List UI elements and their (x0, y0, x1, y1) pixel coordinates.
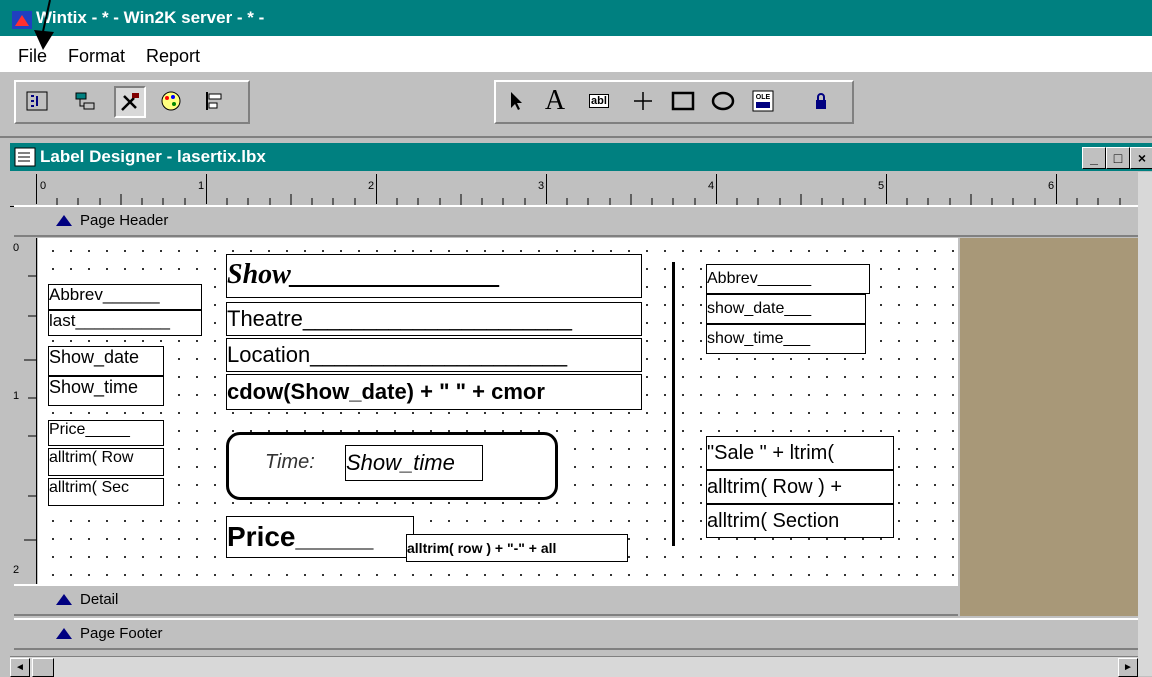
tree-icon[interactable] (70, 86, 100, 116)
app-icon (12, 11, 32, 29)
field-sale[interactable]: "Sale " + ltrim( (706, 436, 894, 470)
collapse-triangle-icon (56, 628, 72, 639)
menu-format[interactable]: Format (68, 46, 125, 67)
horizontal-scrollbar[interactable]: ◄ ► (10, 656, 1138, 677)
field-glyph: abl (589, 94, 609, 108)
vertical-divider-line[interactable] (672, 262, 675, 546)
band-detail[interactable]: Detail (14, 584, 958, 616)
field-last[interactable]: last__________ (48, 310, 202, 336)
designer-title: Label Designer - lasertix.lbx (40, 147, 266, 166)
field-alltrim-row-mid[interactable]: alltrim( row ) + "-" + all (406, 534, 628, 562)
vertical-ruler: 0 1 2 (10, 238, 37, 584)
unused-area (960, 238, 1152, 616)
vertical-scrollbar[interactable] (1138, 172, 1152, 676)
band-label-page-footer: Page Footer (80, 625, 163, 642)
close-button[interactable]: × (1130, 147, 1152, 169)
field-price-small[interactable]: Price_____ (48, 420, 164, 446)
field-alltrim-sec-left[interactable]: alltrim( Sec (48, 478, 164, 506)
field-theatre[interactable]: Theatre______________________ (226, 302, 642, 336)
field-alltrim-row-right[interactable]: alltrim( Row ) + (706, 470, 894, 504)
minimize-button[interactable]: _ (1082, 147, 1106, 169)
ole-icon[interactable]: OLE (748, 86, 778, 116)
app-title-bar[interactable]: Wintix - * - Win2K server - * - (0, 0, 1152, 36)
field-abbrev-right[interactable]: Abbrev______ (706, 264, 870, 294)
horizontal-ruler: 0 1 2 3 4 5 6 (10, 172, 1142, 207)
field-show-date-right[interactable]: show_date___ (706, 294, 866, 324)
field-show-date-left[interactable]: Show_date (48, 346, 164, 376)
band-page-header[interactable]: Page Header (14, 205, 1138, 237)
scroll-thumb[interactable] (32, 658, 54, 677)
rectangle-icon[interactable] (668, 86, 698, 116)
field-alltrim-section-right[interactable]: alltrim( Section (706, 504, 894, 538)
collapse-triangle-icon (56, 594, 72, 605)
ruler-minor-ticks (56, 194, 1121, 206)
maximize-button[interactable]: □ (1106, 147, 1130, 169)
ellipse-icon[interactable] (708, 86, 738, 116)
annotation-arrow (34, 0, 54, 50)
align-icon[interactable] (200, 86, 230, 116)
vruler-ticks (24, 275, 36, 541)
time-label: Time: (265, 451, 315, 473)
band-label-detail: Detail (80, 591, 119, 608)
text-label-icon[interactable]: A (540, 85, 570, 116)
palette-icon[interactable] (156, 86, 186, 116)
time-rounded-box[interactable]: Time: Show_time (226, 432, 558, 500)
layout-icon[interactable] (22, 86, 52, 116)
band-page-footer[interactable]: Page Footer (14, 618, 1138, 650)
designer-title-bar[interactable]: Label Designer - lasertix.lbx _ □ × (10, 143, 1152, 171)
app-title: Wintix - * - Win2K server - * - (36, 8, 265, 27)
scroll-right-arrow-icon[interactable]: ► (1118, 658, 1138, 677)
toolbar: A abl OLE (0, 74, 1152, 138)
field-show-time-right[interactable]: show_time___ (706, 324, 866, 354)
field-show-time-mid[interactable]: Show_time (345, 445, 483, 481)
lock-icon[interactable] (806, 86, 836, 116)
field-abbrev-left[interactable]: Abbrev______ (48, 284, 202, 310)
field-show[interactable]: Show_______________ (226, 254, 642, 298)
field-alltrim-row-left[interactable]: alltrim( Row (48, 448, 164, 476)
field-price-big[interactable]: Price_____ (226, 516, 414, 558)
designer-window-icon (14, 147, 36, 167)
line-icon[interactable] (628, 86, 658, 116)
field-icon[interactable]: abl (584, 86, 614, 116)
ole-glyph: OLE (756, 94, 771, 101)
menu-report[interactable]: Report (146, 46, 200, 67)
toolbar-group-controls: A abl OLE (494, 80, 854, 124)
scroll-left-arrow-icon[interactable]: ◄ (10, 658, 30, 677)
band-label-page-header: Page Header (80, 212, 169, 229)
field-show-time-left[interactable]: Show_time (48, 376, 164, 406)
field-cdow[interactable]: cdow(Show_date) + " " + cmor (226, 374, 642, 410)
menu-bar: File Format Report (0, 36, 1152, 72)
tools-icon[interactable] (114, 86, 146, 118)
collapse-triangle-icon (56, 215, 72, 226)
pointer-icon[interactable] (500, 86, 530, 116)
field-location[interactable]: Location_____________________ (226, 338, 642, 372)
toolbar-group-left (14, 80, 250, 124)
